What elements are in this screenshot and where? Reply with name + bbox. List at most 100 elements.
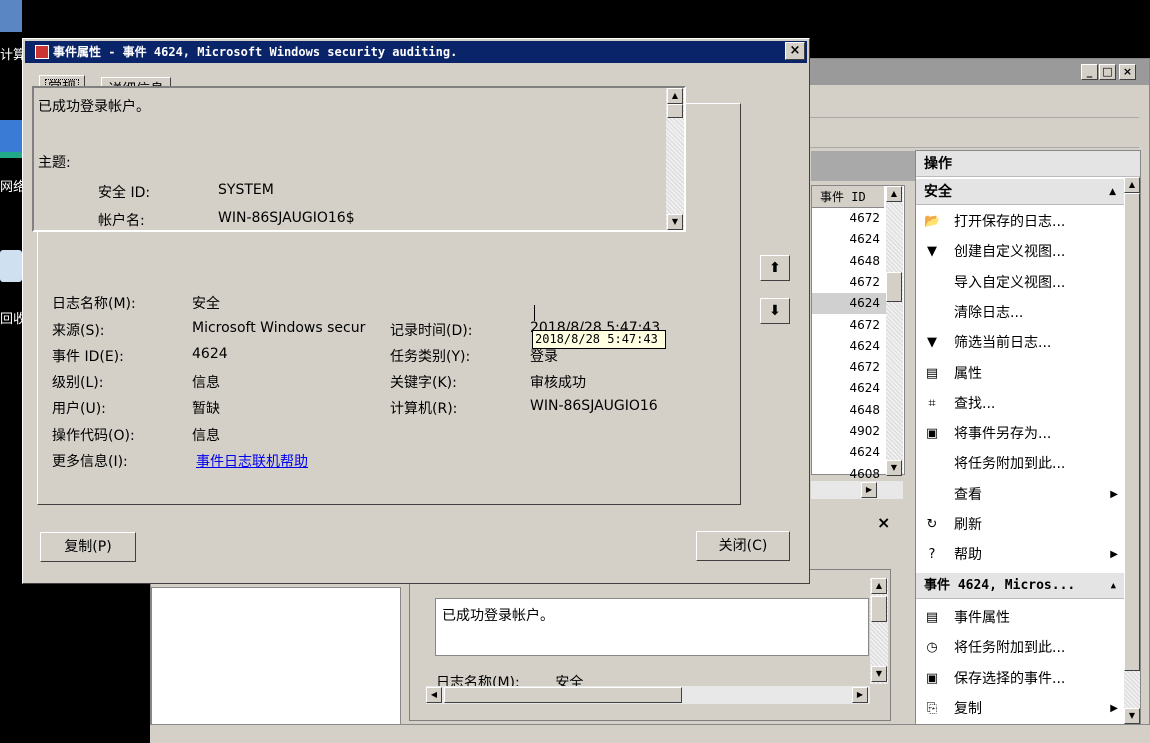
action-item[interactable]: 导入自定义视图...: [916, 268, 1124, 298]
table-row[interactable]: 4624: [812, 378, 886, 399]
actions-section-event[interactable]: 事件 4624, Micros... ▲: [916, 573, 1124, 599]
collapse-icon[interactable]: ▲: [1109, 179, 1116, 205]
close-dialog-button[interactable]: 关闭(C): [696, 531, 790, 561]
filter-icon: ▼: [927, 335, 937, 351]
actions-scroll-thumb[interactable]: [1124, 193, 1140, 671]
computer-label: 计算机(R):: [390, 401, 458, 417]
more-info-label: 更多信息(I):: [52, 454, 128, 470]
keywords-label: 关键字(K):: [390, 375, 457, 391]
scroll-right-button[interactable]: ▶: [861, 482, 877, 498]
close-pane-icon[interactable]: ×: [877, 513, 890, 532]
preview-text: 已成功登录帐户。: [442, 608, 554, 624]
description-scroll-thumb[interactable]: [667, 104, 683, 118]
recycle-bin-icon[interactable]: [0, 250, 22, 282]
action-item[interactable]: ? 帮助 ▶: [916, 540, 1124, 570]
copy-button[interactable]: 复制(P): [40, 532, 136, 562]
minimize-button[interactable]: _: [1081, 64, 1098, 80]
computer-icon[interactable]: [0, 0, 22, 32]
preview-hscroll[interactable]: ◀ ▶: [426, 686, 870, 704]
collapse-icon[interactable]: ▲: [1111, 573, 1116, 599]
action-item[interactable]: ⎘ 复制 ▶: [916, 694, 1124, 724]
close-button[interactable]: ×: [1119, 64, 1136, 80]
action-item[interactable]: ↻ 刷新: [916, 510, 1124, 540]
event-list-hscroll[interactable]: ▶: [811, 481, 903, 499]
logged-time-tooltip: 2018/8/28 5:47:43: [532, 330, 666, 349]
action-item-label: 保存选择的事件...: [954, 670, 1066, 687]
network-icon[interactable]: [0, 120, 22, 158]
table-row[interactable]: 4648: [812, 251, 886, 272]
action-item[interactable]: ▤ 事件属性: [916, 603, 1124, 633]
save-icon: ▣: [925, 670, 939, 686]
action-item[interactable]: ▣ 将事件另存为...: [916, 419, 1124, 449]
preview-scroll-thumb[interactable]: [871, 596, 887, 622]
actions-scroll-up[interactable]: ▲: [1124, 177, 1140, 193]
preview-scroll-left[interactable]: ◀: [426, 687, 442, 703]
description-scroll-up[interactable]: ▲: [667, 88, 683, 104]
previous-event-button[interactable]: ⬆: [760, 255, 790, 281]
table-row[interactable]: 4672: [812, 357, 886, 378]
source-value: Microsoft Windows secur: [192, 320, 366, 336]
next-event-button[interactable]: ⬇: [760, 298, 790, 324]
action-item[interactable]: 将任务附加到此...: [916, 449, 1124, 479]
dialog-titlebar: 事件属性 - 事件 4624, Microsoft Windows securi…: [25, 41, 807, 63]
pane-header: [811, 151, 915, 181]
action-item[interactable]: 📂 打开保存的日志...: [916, 207, 1124, 237]
task-category-label: 任务类别(Y):: [390, 349, 471, 365]
table-row[interactable]: 4624: [812, 336, 886, 357]
save-icon: ▣: [925, 426, 939, 442]
description-scrollbar[interactable]: ▲ ▼: [666, 88, 684, 230]
scroll-down-button[interactable]: ▼: [886, 460, 902, 476]
action-item[interactable]: ◷ 将任务附加到此...: [916, 633, 1124, 663]
preview-scroll-up[interactable]: ▲: [871, 578, 887, 594]
preview-hscroll-thumb[interactable]: [444, 687, 682, 703]
action-item-label: 创建自定义视图...: [954, 244, 1066, 261]
preview-scroll-down[interactable]: ▼: [871, 666, 887, 682]
scroll-thumb[interactable]: [886, 272, 902, 302]
preview-scrollbar[interactable]: ▲ ▼: [870, 578, 888, 684]
table-row[interactable]: 4648: [812, 400, 886, 421]
description-scroll-down[interactable]: ▼: [667, 214, 683, 230]
source-label: 来源(S):: [52, 323, 105, 339]
action-item[interactable]: ▼ 创建自定义视图...: [916, 237, 1124, 267]
action-item[interactable]: ▣ 保存选择的事件...: [916, 664, 1124, 694]
action-item[interactable]: ▤ 属性: [916, 359, 1124, 389]
actions-section-security[interactable]: 安全 ▲: [916, 179, 1124, 205]
action-item[interactable]: 清除日志...: [916, 298, 1124, 328]
section-event-label: 事件 4624, Micros...: [924, 578, 1076, 593]
preview-description: 已成功登录帐户。: [435, 598, 869, 656]
dialog-close-button[interactable]: ×: [785, 42, 805, 60]
preview-scroll-right[interactable]: ▶: [852, 687, 868, 703]
log-name-label: 日志名称(M):: [52, 296, 136, 312]
task-icon: ◷: [926, 640, 938, 656]
security-id-label: 安全 ID:: [98, 185, 151, 201]
scroll-up-button[interactable]: ▲: [886, 186, 902, 202]
table-row[interactable]: 4624: [812, 293, 886, 315]
actions-scroll-down[interactable]: ▼: [1124, 708, 1140, 724]
table-row[interactable]: 4624: [812, 442, 886, 463]
table-row[interactable]: 4672: [812, 315, 886, 336]
event-list-scrollbar[interactable]: ▲ ▼: [886, 186, 903, 476]
more-info-link[interactable]: 事件日志联机帮助: [196, 451, 308, 471]
opcode-label: 操作代码(O):: [52, 428, 135, 444]
action-item[interactable]: ⌗ 查找...: [916, 389, 1124, 419]
action-item[interactable]: ▼ 筛选当前日志...: [916, 328, 1124, 358]
folder-open-icon: 📂: [924, 214, 941, 229]
action-item-label: 刷新: [954, 517, 982, 533]
event-description-box[interactable]: 已成功登录帐户。 主题: 安全 ID: SYSTEM 帐户名: WIN-86SJ…: [32, 86, 686, 232]
table-row[interactable]: 4902: [812, 421, 886, 442]
section-security-label: 安全: [924, 184, 952, 200]
action-item[interactable]: 查看 ▶: [916, 480, 1124, 510]
actions-scrollbar[interactable]: ▲ ▼: [1124, 177, 1140, 724]
table-row[interactable]: 4624: [812, 229, 886, 250]
column-header-event-id[interactable]: 事件 ID: [812, 186, 884, 208]
dialog-title: 事件属性 - 事件 4624, Microsoft Windows securi…: [53, 45, 458, 59]
refresh-icon: ↻: [926, 517, 938, 532]
action-item-label: 属性: [954, 365, 982, 382]
table-row[interactable]: 4672: [812, 208, 886, 229]
task-category-value: 登录: [530, 349, 558, 365]
level-label: 级别(L):: [52, 375, 104, 391]
event-list[interactable]: 事件 ID 4672 4624 4648 4672 4624 4672 4624 4672 46…: [811, 185, 905, 481]
table-row[interactable]: 4672: [812, 272, 886, 293]
maximize-button[interactable]: □: [1099, 64, 1116, 80]
action-item-label: 事件属性: [954, 610, 1010, 626]
